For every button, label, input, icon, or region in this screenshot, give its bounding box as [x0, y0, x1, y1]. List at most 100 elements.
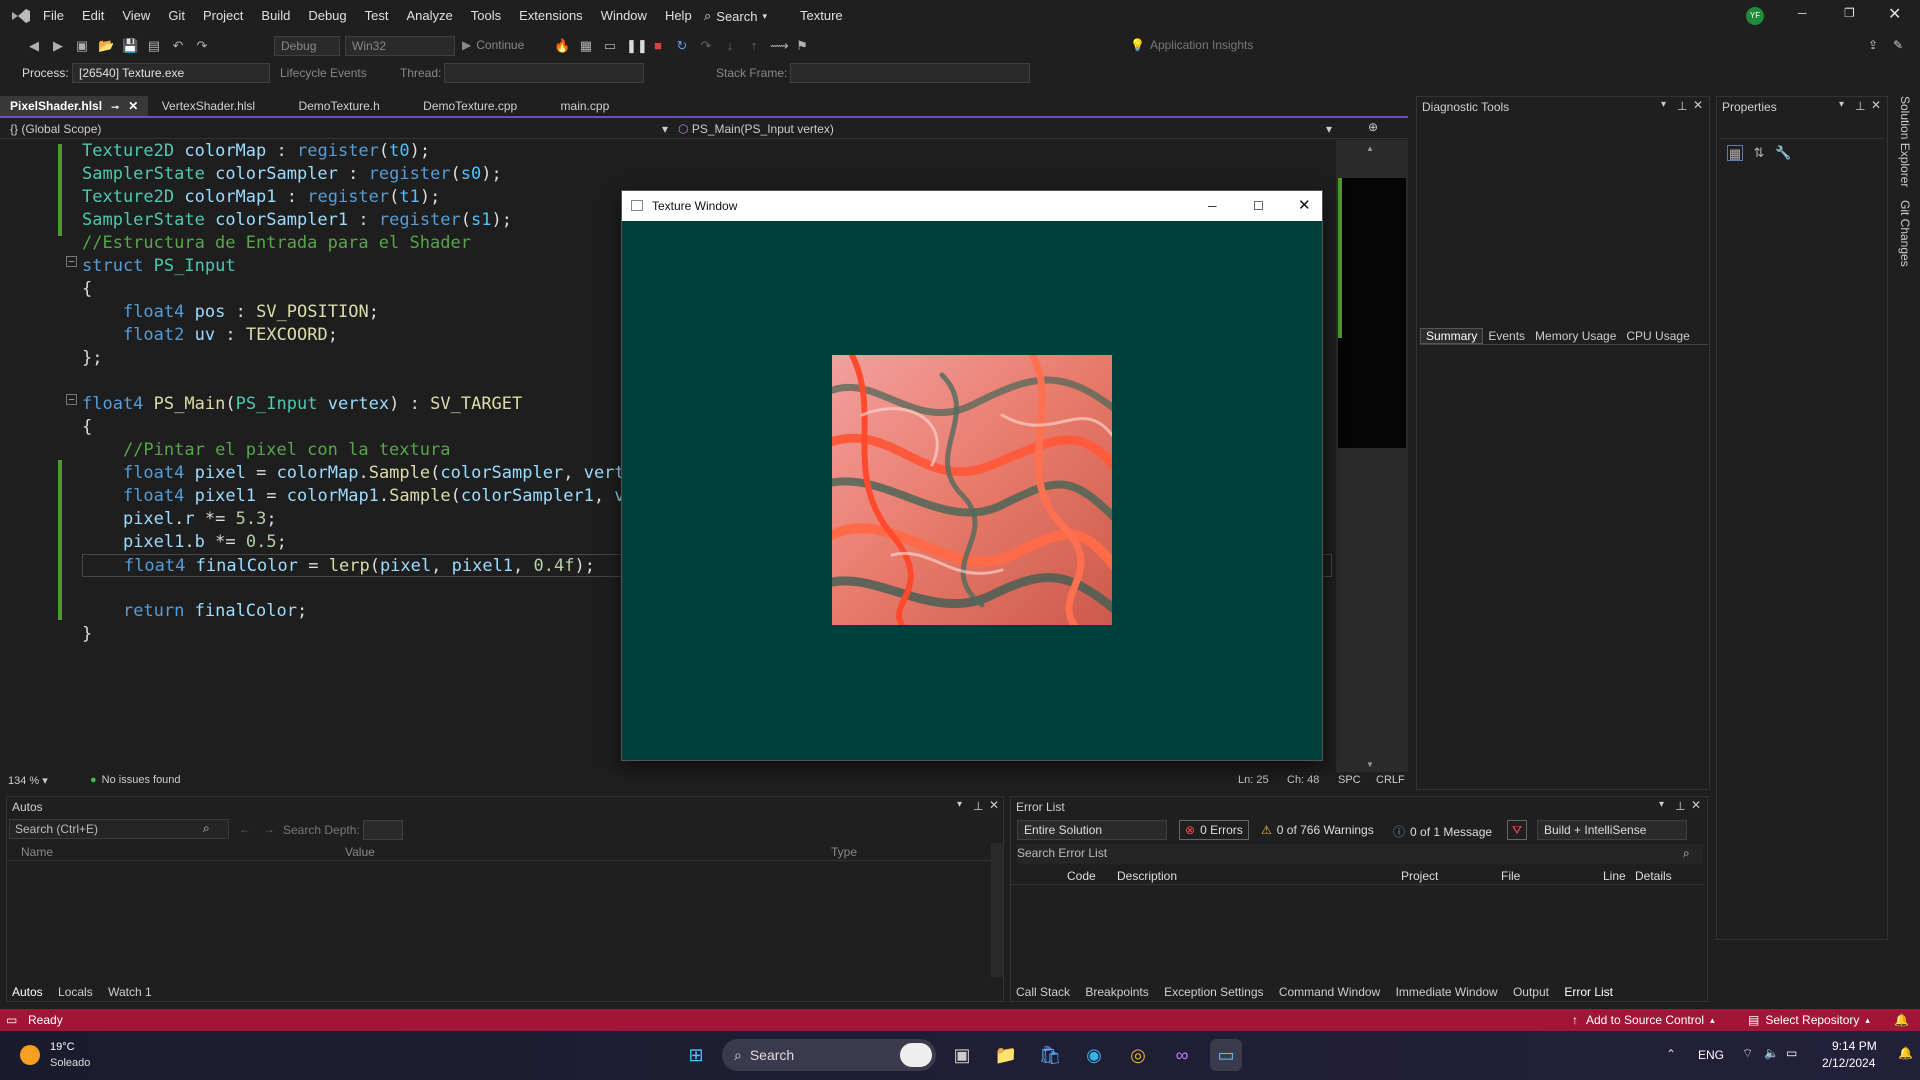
minimize-icon[interactable]: ─ [1798, 6, 1807, 20]
menu-git[interactable]: Git [159, 0, 194, 32]
thread-select[interactable] [444, 63, 644, 83]
minimap-view[interactable] [1338, 178, 1406, 448]
pin-icon[interactable]: ⊥ [973, 799, 983, 813]
weather[interactable]: Soleado [50, 1057, 90, 1069]
search-icon[interactable]: ⌕ [1683, 846, 1690, 861]
object-select[interactable] [1719, 121, 1885, 139]
chevron-down-icon[interactable]: ▾ [1659, 799, 1664, 810]
chevron-down-icon[interactable]: ▾ [1326, 122, 1332, 136]
menu-build[interactable]: Build [252, 0, 299, 32]
menu-window[interactable]: Window [592, 0, 656, 32]
scope-select[interactable]: Entire Solution [1017, 820, 1167, 840]
column-description[interactable]: Description [1117, 869, 1177, 883]
texture-app-icon[interactable]: ▭ [1210, 1039, 1242, 1071]
window-layout-icon[interactable]: ▭ [602, 38, 618, 54]
breakpoint-icon[interactable]: ⟿ [770, 38, 789, 54]
close-icon[interactable]: ✕ [989, 798, 999, 812]
tab-error-list[interactable]: Error List [1558, 985, 1619, 999]
open-icon[interactable]: 📂 [98, 38, 114, 54]
tab-cpu-usage[interactable]: CPU Usage [1621, 329, 1694, 343]
tab-memory-usage[interactable]: Memory Usage [1530, 329, 1621, 343]
texture-window-titlebar[interactable]: Texture Window ─ ☐ ✕ [622, 191, 1322, 221]
menu-analyze[interactable]: Analyze [397, 0, 461, 32]
column-type[interactable]: Type [831, 845, 857, 859]
tab-watch-1[interactable]: Watch 1 [102, 985, 158, 999]
scope-select[interactable]: {} (Global Scope) [10, 122, 101, 136]
column-project[interactable]: Project [1401, 869, 1438, 883]
chevron-down-icon[interactable]: ▾ [1839, 99, 1844, 110]
tab-locals[interactable]: Locals [52, 985, 99, 999]
configuration-select[interactable]: Debug [274, 36, 340, 56]
search-icon[interactable]: ⌕ [203, 821, 210, 836]
feedback-icon[interactable]: ✎ [1893, 38, 1903, 52]
wifi-icon[interactable]: ⌔ [1742, 1046, 1753, 1061]
errors-filter-button[interactable]: ⊗ 0 Errors [1179, 820, 1249, 840]
menu-tools[interactable]: Tools [462, 0, 510, 32]
tab-exception-settings[interactable]: Exception Settings [1158, 985, 1269, 999]
new-project-icon[interactable]: ▣ [74, 38, 90, 54]
redo-icon[interactable]: ↷ [194, 38, 210, 54]
column-details[interactable]: Details [1635, 869, 1672, 883]
platform-select[interactable]: Win32 [345, 36, 455, 56]
menu-debug[interactable]: Debug [299, 0, 355, 32]
language-indicator[interactable]: ENG [1698, 1048, 1724, 1062]
tab-main-cpp[interactable]: main.cpp [551, 96, 620, 116]
notifications-icon[interactable]: 🔔 [1894, 1009, 1909, 1031]
lifecycle-events-button[interactable]: Lifecycle Events [280, 66, 367, 80]
warnings-filter-button[interactable]: ⚠ 0 of 766 Warnings [1261, 823, 1374, 837]
continue-button[interactable]: ▶ Continue [462, 38, 524, 52]
close-icon[interactable]: ✕ [1693, 98, 1703, 112]
tab-events[interactable]: Events [1483, 329, 1530, 343]
step-into-icon[interactable]: ↓ [722, 38, 738, 54]
tab-pixelshader[interactable]: PixelShader.hlsl ⊸ ✕ [0, 96, 149, 116]
tab-demotexture-h[interactable]: DemoTexture.h [288, 96, 389, 116]
pin-icon[interactable]: ⊥ [1855, 99, 1865, 113]
tab-demotexture-cpp[interactable]: DemoTexture.cpp [413, 96, 527, 116]
notification-bell-icon[interactable]: 🔔 [1898, 1046, 1913, 1060]
column-indicator[interactable]: Ch: 48 [1287, 774, 1319, 786]
close-icon[interactable]: ✕ [1871, 98, 1881, 112]
close-tab-icon[interactable]: ✕ [128, 99, 138, 113]
search-button[interactable]: ⌕ Search ▾ [704, 8, 767, 24]
error-search-input[interactable]: Search Error List [1017, 844, 1703, 864]
column-value[interactable]: Value [345, 845, 375, 859]
process-select[interactable]: [26540] Texture.exe [72, 63, 270, 83]
close-icon[interactable]: ✕ [1888, 4, 1901, 24]
visual-studio-icon[interactable]: ∞ [1166, 1039, 1198, 1071]
store-icon[interactable]: 🛍 [1034, 1039, 1066, 1071]
alphabetical-icon[interactable]: ⇅ [1751, 145, 1767, 161]
pin-icon[interactable]: ⊥ [1675, 799, 1685, 813]
line-ending-indicator[interactable]: CRLF [1376, 774, 1405, 786]
select-repository-button[interactable]: ▤ Select Repository ▴ [1748, 1009, 1870, 1031]
sun-icon[interactable] [20, 1045, 40, 1065]
avatar[interactable]: YF [1746, 7, 1764, 25]
edge-icon[interactable]: ◉ [1078, 1039, 1110, 1071]
chevron-down-icon[interactable]: ▾ [957, 799, 962, 810]
bookmark-icon[interactable]: ⚑ [794, 38, 810, 54]
tab-command-window[interactable]: Command Window [1273, 985, 1386, 999]
step-out-icon[interactable]: ↑ [746, 38, 762, 54]
collapse-icon[interactable]: − [66, 394, 77, 405]
messages-filter-button[interactable]: ⓘ 0 of 1 Message [1393, 823, 1492, 840]
chevron-down-icon[interactable]: ▾ [662, 122, 668, 136]
issues-indicator[interactable]: ● No issues found [90, 774, 181, 786]
temperature[interactable]: 19°C [50, 1041, 75, 1053]
tab-git-changes[interactable]: Git Changes [1898, 200, 1912, 267]
windows-start-icon[interactable]: ⊞ [680, 1039, 712, 1071]
column-code[interactable]: Code [1067, 869, 1096, 883]
taskbar-search[interactable]: ⌕ Search [722, 1039, 936, 1071]
menu-edit[interactable]: Edit [73, 0, 113, 32]
undo-icon[interactable]: ↶ [170, 38, 186, 54]
save-all-icon[interactable]: ▤ [146, 38, 162, 54]
column-line[interactable]: Line [1603, 869, 1626, 883]
close-icon[interactable]: ✕ [1691, 798, 1701, 812]
column-name[interactable]: Name [21, 845, 53, 859]
build-select[interactable]: Build + IntelliSense [1537, 820, 1687, 840]
back-icon[interactable]: ← [239, 822, 251, 836]
scroll-down-icon[interactable]: ▼ [1366, 760, 1374, 769]
menu-view[interactable]: View [113, 0, 159, 32]
forward-icon[interactable]: → [263, 822, 275, 836]
menu-test[interactable]: Test [356, 0, 398, 32]
menu-extensions[interactable]: Extensions [510, 0, 592, 32]
tab-call-stack[interactable]: Call Stack [1010, 985, 1076, 999]
